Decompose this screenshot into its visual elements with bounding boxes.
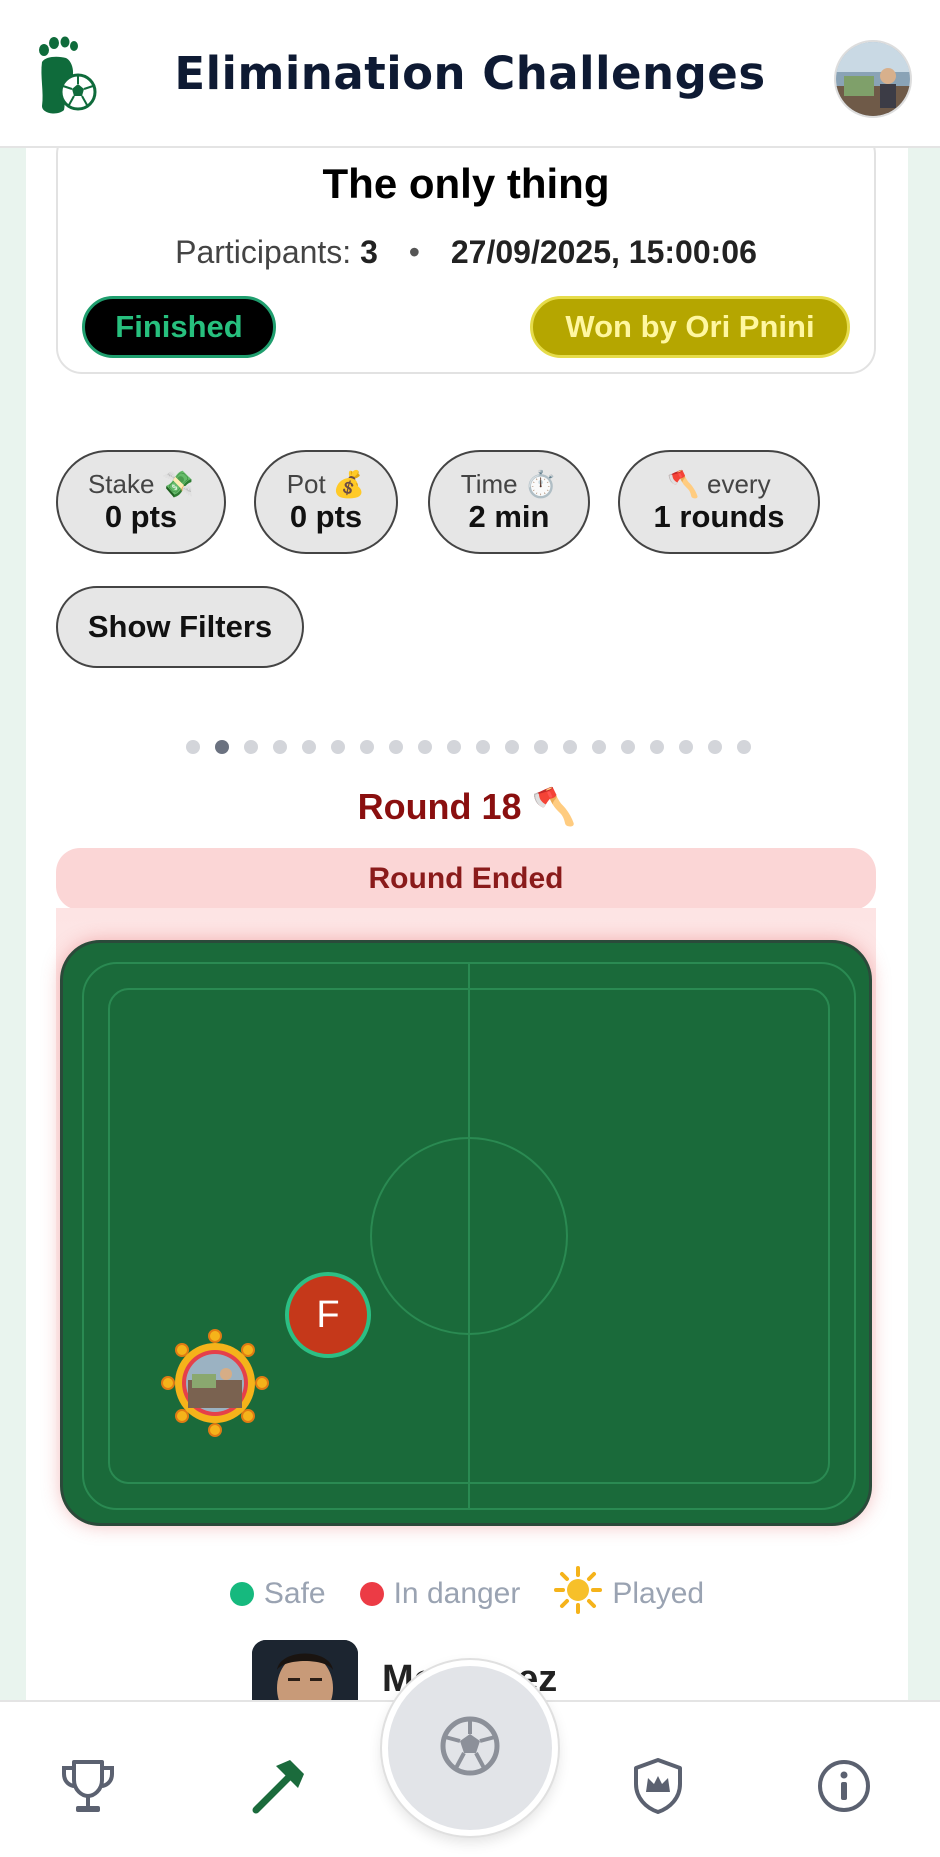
legend-safe-label: Safe xyxy=(263,1577,326,1610)
pagination-dot[interactable] xyxy=(302,740,316,754)
pagination-dot[interactable] xyxy=(360,740,374,754)
legend-danger-label: In danger xyxy=(393,1577,521,1610)
pagination-dot[interactable] xyxy=(592,740,606,754)
sun-icon xyxy=(554,1566,603,1622)
time-pill: Time ⏱️ 2 min xyxy=(428,450,590,554)
time-value: 2 min xyxy=(468,499,550,534)
round-status-banner: Round Ended xyxy=(56,848,876,910)
pagination-dot[interactable] xyxy=(679,740,693,754)
pagination-dot[interactable] xyxy=(650,740,664,754)
challenge-datetime: 27/09/2025, 15:00:06 xyxy=(450,234,757,270)
legend-played: Played xyxy=(554,1566,704,1622)
pagination-dot[interactable] xyxy=(621,740,635,754)
pagination-dot[interactable] xyxy=(273,740,287,754)
elimination-frequency-pill: 🪓 every 1 rounds xyxy=(618,450,820,554)
player-marker-f[interactable]: F xyxy=(285,1272,371,1358)
pagination-dot[interactable] xyxy=(563,740,577,754)
stake-pill: Stake 💸 0 pts xyxy=(56,450,226,554)
challenge-card: The only thing Participants: 3 • 27/09/2… xyxy=(56,148,876,374)
pagination-dot[interactable] xyxy=(737,740,751,754)
stake-value: 0 pts xyxy=(104,499,178,534)
trophy-icon[interactable] xyxy=(58,1756,118,1816)
stake-label: Stake 💸 xyxy=(87,469,195,499)
player-photo xyxy=(252,1640,358,1700)
pot-label: Pot 💰 xyxy=(286,469,366,499)
safe-dot-icon xyxy=(229,1582,254,1606)
challenge-meta: Participants: 3 • 27/09/2025, 15:00:06 xyxy=(58,234,874,271)
user-avatar[interactable] xyxy=(834,40,912,118)
app-header: Elimination Challenges xyxy=(0,0,940,148)
pagination-dot[interactable] xyxy=(447,740,461,754)
shield-crown-icon[interactable] xyxy=(628,1756,688,1816)
participants-count: 3 xyxy=(360,234,378,270)
participants-label: Participants: xyxy=(175,234,352,270)
elimination-frequency-value: 1 rounds xyxy=(653,499,785,534)
soccer-pitch xyxy=(60,940,872,1526)
played-player-marker[interactable] xyxy=(160,1328,270,1438)
pagination-dot[interactable] xyxy=(476,740,490,754)
legend: Safe In danger Played xyxy=(26,1566,908,1622)
pot-pill: Pot 💰 0 pts xyxy=(254,450,398,554)
pagination-dot[interactable] xyxy=(534,740,548,754)
pagination-dot[interactable] xyxy=(505,740,519,754)
winner-badge: Won by Ori Pnini xyxy=(530,296,850,358)
meta-separator: • xyxy=(408,234,420,270)
legend-played-label: Played xyxy=(612,1577,705,1610)
legend-safe: Safe xyxy=(229,1577,326,1611)
info-icon[interactable] xyxy=(814,1756,874,1816)
pagination-dot[interactable] xyxy=(389,740,403,754)
pagination-dot[interactable] xyxy=(244,740,258,754)
status-badge: Finished xyxy=(82,296,276,358)
pagination-dot[interactable] xyxy=(708,740,722,754)
pagination-dot[interactable] xyxy=(215,740,229,754)
round-title: Round 18 🪓 xyxy=(357,786,577,827)
footprint-logo-icon[interactable] xyxy=(36,36,108,116)
challenge-title: The only thing xyxy=(322,160,610,207)
pagination-dot[interactable] xyxy=(186,740,200,754)
show-filters-button[interactable]: Show Filters xyxy=(56,586,304,668)
pitch-lines xyxy=(82,962,856,1510)
pot-value: 0 pts xyxy=(289,499,363,534)
soccer-ball-button[interactable] xyxy=(382,1660,558,1836)
soccer-ball-icon xyxy=(438,1714,502,1783)
legend-danger: In danger xyxy=(359,1577,521,1611)
time-label: Time ⏱️ xyxy=(460,469,558,499)
round-pagination xyxy=(186,740,751,754)
main-content: The only thing Participants: 3 • 27/09/2… xyxy=(26,148,908,1700)
pagination-dot[interactable] xyxy=(418,740,432,754)
pagination-dot[interactable] xyxy=(331,740,345,754)
axe-icon[interactable] xyxy=(248,1756,308,1816)
page-title: Elimination Challenges xyxy=(174,46,766,100)
danger-dot-icon xyxy=(359,1582,384,1606)
elimination-frequency-label: 🪓 every xyxy=(667,469,771,499)
